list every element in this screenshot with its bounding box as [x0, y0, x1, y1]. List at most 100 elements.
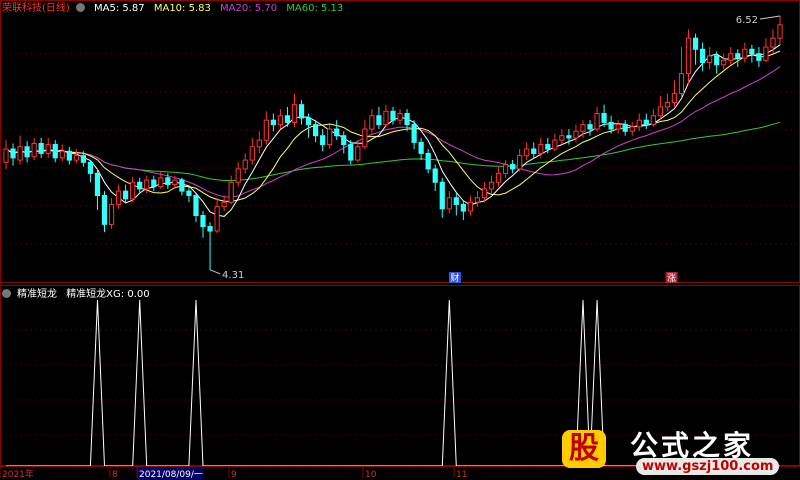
candle — [376, 106, 382, 130]
candle-body — [38, 142, 44, 154]
axis-label: 2021/08/09/一 — [139, 470, 203, 480]
candle-body — [80, 155, 87, 163]
candle — [756, 47, 762, 67]
candle-body — [467, 201, 474, 212]
candle-body — [277, 115, 284, 126]
candle — [341, 131, 347, 154]
ma10-value: MA10: 5.83 — [153, 3, 211, 14]
candle — [622, 120, 628, 136]
candle — [101, 191, 108, 233]
axis-label: 11 — [456, 470, 467, 480]
candle-body — [101, 195, 108, 225]
candle — [66, 146, 72, 165]
candle-body — [115, 190, 122, 205]
candle-body — [397, 113, 403, 121]
candle — [52, 140, 58, 163]
candle-body — [425, 152, 431, 170]
candle-body — [320, 135, 326, 146]
candle-body — [411, 124, 417, 143]
indicator-title[interactable]: 精准短龙 — [17, 289, 57, 300]
candle-body — [24, 146, 30, 158]
candle — [87, 160, 94, 183]
candle — [249, 137, 255, 165]
candle — [228, 175, 234, 205]
candle-body — [531, 148, 537, 154]
candle-body — [481, 188, 488, 199]
main-legend: 荣联科技(日线) MA5: 5.87 MA10: 5.83 MA20: 5.70… — [2, 3, 349, 15]
candle-body — [298, 104, 305, 119]
candle-body — [334, 128, 340, 137]
low-pointer — [209, 269, 221, 275]
candle-body — [193, 195, 199, 217]
axis-label: 2021年 — [2, 468, 34, 480]
candle — [38, 137, 44, 158]
candle — [650, 109, 656, 127]
candle-body — [383, 110, 389, 126]
candle — [362, 120, 368, 149]
candle — [552, 133, 558, 152]
candle-body — [763, 46, 769, 61]
ma60-line — [5, 121, 781, 181]
candle-body — [235, 168, 241, 183]
moving-average-lines — [5, 44, 781, 217]
candle-body — [636, 119, 642, 128]
candle — [123, 184, 129, 203]
candle-body — [179, 179, 185, 192]
candle — [108, 197, 115, 229]
candle-body — [446, 197, 452, 210]
candle-body — [439, 181, 445, 210]
ma5-value: MA5: 5.87 — [94, 3, 145, 14]
candle-body — [601, 113, 607, 123]
candle-body — [263, 119, 269, 141]
candle-body — [742, 48, 748, 59]
candle — [643, 113, 649, 130]
candle — [193, 193, 199, 223]
candle — [214, 197, 220, 234]
marker-zhang-label: 涨 — [667, 273, 676, 284]
candle — [657, 95, 663, 121]
candle — [320, 129, 326, 152]
candle — [186, 186, 192, 203]
settings-gear-icon[interactable] — [75, 3, 85, 12]
candle-body — [108, 203, 115, 225]
candle-body — [460, 203, 466, 212]
candle-body — [538, 144, 544, 154]
stock-chart-canvas: 6.52 4.31 财 涨 2021年 8 2021/08/09/一 9 10 11 — [0, 0, 800, 480]
candle-body — [545, 144, 551, 150]
ma20-value: MA20: 5.70 — [220, 3, 278, 14]
candle — [94, 168, 101, 210]
watermark-url: www.gszj100.com — [636, 458, 780, 475]
candle — [524, 142, 530, 161]
candle-body — [418, 141, 424, 154]
candle-body — [172, 179, 178, 185]
candle-body — [312, 124, 319, 137]
candle-body — [341, 135, 347, 146]
candle-body — [10, 148, 16, 159]
candle — [151, 175, 157, 192]
candle — [517, 149, 523, 172]
candle — [510, 160, 516, 174]
candle — [425, 149, 431, 174]
candle — [298, 100, 305, 125]
candle-body — [559, 135, 565, 141]
candle — [418, 137, 424, 161]
ma60-value: MA60: 5.13 — [286, 3, 344, 14]
candle — [10, 143, 16, 166]
candle-body — [671, 93, 678, 103]
candle — [130, 176, 136, 203]
candle — [742, 42, 748, 63]
candle — [699, 42, 706, 72]
candle — [735, 49, 741, 67]
candle-body — [587, 124, 593, 130]
candle — [707, 47, 713, 70]
low-price-label: 4.31 — [222, 270, 244, 281]
candle-body — [17, 146, 23, 161]
candle-body — [657, 106, 663, 117]
stock-title[interactable]: 荣联科技(日线) — [2, 3, 70, 14]
candle — [390, 106, 396, 125]
candle-body — [749, 48, 755, 55]
candle-body — [707, 55, 713, 64]
candle-body — [699, 48, 706, 64]
candle-body — [362, 128, 368, 148]
indicator-settings-icon[interactable] — [2, 289, 11, 298]
